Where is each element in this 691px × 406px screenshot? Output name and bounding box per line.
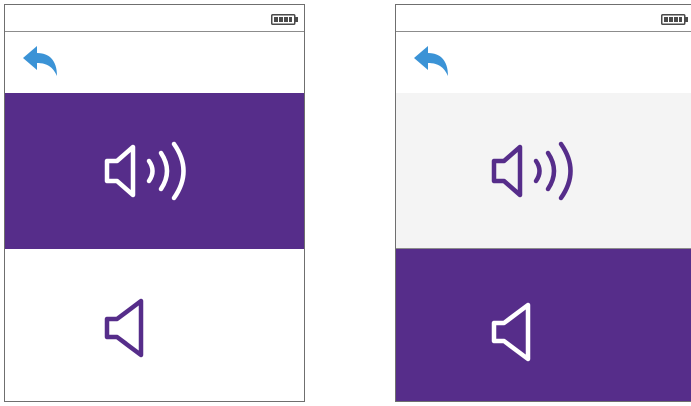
speaker-quiet-icon: [491, 302, 531, 362]
status-bar: [396, 5, 691, 32]
volume-option-loud[interactable]: [5, 93, 304, 249]
back-arrow-icon: [414, 46, 448, 76]
volume-option-loud[interactable]: [396, 93, 691, 249]
battery-icon: [661, 14, 688, 25]
speaker-loud-icon: [104, 141, 186, 201]
back-button[interactable]: [410, 42, 452, 84]
header: [5, 32, 304, 92]
back-arrow-icon: [23, 46, 57, 76]
phone-screen-soft-selected: [395, 4, 691, 402]
speaker-loud-icon: [491, 141, 573, 201]
back-button[interactable]: [19, 42, 61, 84]
speaker-quiet-icon: [104, 298, 144, 358]
header: [396, 32, 691, 92]
mockup-canvas: [0, 0, 691, 406]
status-bar: [5, 5, 304, 32]
volume-option-soft[interactable]: [396, 249, 691, 401]
phone-screen-loud-selected: [4, 4, 305, 402]
volume-option-soft[interactable]: [5, 249, 304, 401]
battery-icon: [271, 14, 298, 25]
